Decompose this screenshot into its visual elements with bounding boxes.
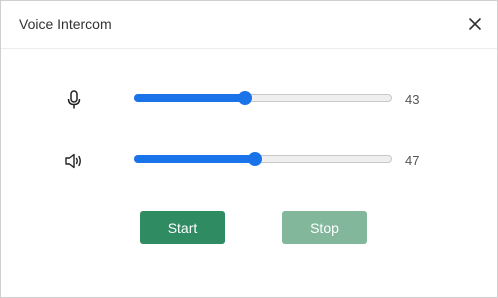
dialog-header: Voice Intercom [1, 1, 497, 49]
speaker-icon [63, 151, 85, 171]
voice-intercom-dialog: Voice Intercom 43 47 Start Stop [0, 0, 498, 298]
microphone-volume-row: 43 [1, 84, 497, 114]
dialog-title: Voice Intercom [19, 16, 112, 32]
speaker-volume-fill [134, 155, 254, 163]
start-button[interactable]: Start [140, 211, 225, 244]
close-icon[interactable] [464, 13, 486, 35]
speaker-volume-row: 47 [1, 145, 497, 175]
stop-button[interactable]: Stop [282, 211, 367, 244]
microphone-volume-thumb[interactable] [238, 91, 252, 105]
microphone-volume-value: 43 [405, 92, 420, 107]
speaker-volume-value: 47 [405, 153, 420, 168]
speaker-volume-thumb[interactable] [248, 152, 262, 166]
microphone-volume-slider[interactable] [134, 91, 392, 105]
microphone-volume-fill [134, 94, 244, 102]
speaker-volume-slider[interactable] [134, 152, 392, 166]
microphone-icon [63, 90, 85, 110]
